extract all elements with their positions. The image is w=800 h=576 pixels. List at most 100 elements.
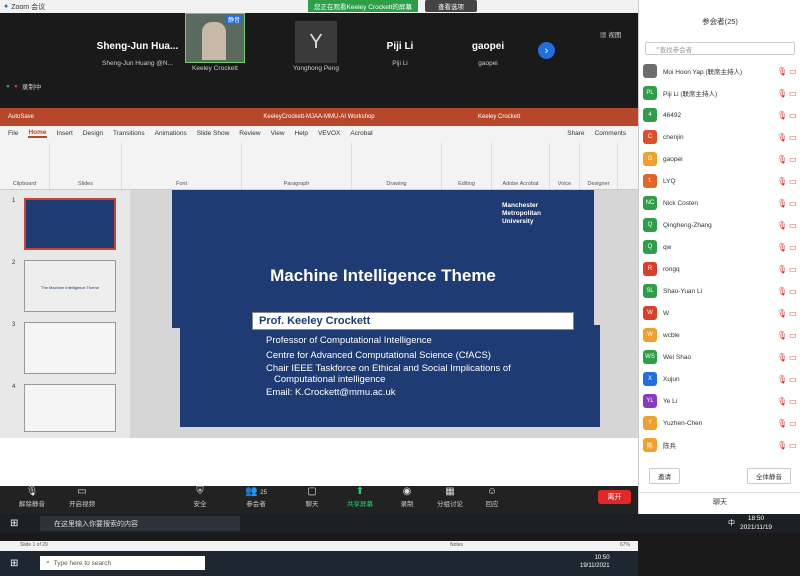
- group-paragraph[interactable]: Paragraph: [242, 143, 352, 189]
- video-off-icon: ▭: [789, 198, 797, 208]
- reactions-button[interactable]: ☺ 回应: [470, 486, 514, 508]
- tab-help[interactable]: Help: [295, 130, 308, 137]
- remote-search-box[interactable]: ⌕ Type here to search: [40, 556, 205, 570]
- participant-row[interactable]: NC Nick Costen 🎙 ▭: [639, 192, 800, 214]
- share-screen-button[interactable]: ⬆ 共享屏幕: [338, 486, 382, 508]
- participant-row[interactable]: L LYQ 🎙 ▭: [639, 170, 800, 192]
- record-button[interactable]: ◉ 录制: [385, 486, 429, 508]
- participant-row[interactable]: W W 🎙 ▭: [639, 302, 800, 324]
- ime-indicator[interactable]: 中: [728, 518, 735, 528]
- participant-row[interactable]: 陈陈兵 🎙 ▭: [639, 434, 800, 456]
- share-banner: 您正在观看Keeley Crockett的屏幕: [308, 0, 418, 12]
- participant-row[interactable]: Wwcble 🎙 ▭: [639, 324, 800, 346]
- mic-off-icon: 🎙: [777, 286, 788, 296]
- video-off-icon: ▭: [789, 88, 797, 98]
- tab-home[interactable]: Home: [28, 129, 47, 138]
- participant-row[interactable]: Ggaopei 🎙 ▭: [639, 148, 800, 170]
- leave-button[interactable]: 离开: [598, 490, 631, 504]
- participant-row[interactable]: Rrongq 🎙 ▭: [639, 258, 800, 280]
- participant-row[interactable]: Cchenjin 🎙 ▭: [639, 126, 800, 148]
- tab-animations[interactable]: Animations: [155, 130, 187, 137]
- tab-view[interactable]: View: [271, 130, 285, 137]
- video-off-icon: ▭: [789, 264, 797, 274]
- group-editing[interactable]: Editing: [442, 143, 492, 189]
- chat-button[interactable]: ▢ 聊天: [290, 486, 334, 508]
- tile-keeley-video[interactable]: 静音: [185, 13, 245, 63]
- tab-slide-show[interactable]: Slide Show: [197, 130, 230, 137]
- video-off-icon: ▭: [789, 66, 797, 76]
- ppt-comments-button[interactable]: Comments: [595, 130, 626, 137]
- tab-acrobat[interactable]: Acrobat: [350, 130, 372, 137]
- tile-yonghong-avatar[interactable]: Y: [295, 21, 337, 63]
- thumb-slide-4[interactable]: [24, 384, 116, 432]
- windows-start-icon[interactable]: ⊞: [10, 558, 18, 569]
- tab-review[interactable]: Review: [239, 130, 260, 137]
- mic-off-icon: 🎙: [777, 154, 788, 164]
- ppt-share-button[interactable]: Share: [567, 130, 584, 137]
- participant-row[interactable]: SL Shao-Yuan Li 🎙 ▭: [639, 280, 800, 302]
- avatar: C: [643, 130, 657, 144]
- mic-off-icon: 🎙: [777, 198, 788, 208]
- tab-insert[interactable]: Insert: [57, 130, 73, 137]
- participant-row[interactable]: Qqw 🎙 ▭: [639, 236, 800, 258]
- host-search-box[interactable]: 在这里输入你要搜索的内容: [40, 516, 240, 531]
- next-page-button[interactable]: ›: [538, 42, 555, 59]
- video-off-icon: ▭: [789, 154, 797, 164]
- participant-row[interactable]: Moi Hoon Yap (联席主持人) 🎙 ▭: [639, 60, 800, 82]
- ppt-user[interactable]: Keeley Crockett: [478, 114, 520, 120]
- participant-name: qw: [663, 243, 672, 251]
- participant-row[interactable]: PL Piji Li (联席主持人) 🎙 ▭: [639, 82, 800, 104]
- group-acrobat[interactable]: Adobe Acrobat: [492, 143, 550, 189]
- tile-sheng-jun[interactable]: Sheng-Jun Hua... Sheng-Jun Huang @N...: [90, 25, 185, 75]
- participant-row[interactable]: WS Wei Shao 🎙 ▭: [639, 346, 800, 368]
- start-video-button[interactable]: ▭ 开启视频: [60, 486, 104, 508]
- tb-label: 解除静音: [19, 501, 45, 508]
- slide-num: 3: [12, 322, 16, 328]
- group-voice[interactable]: Voice: [550, 143, 580, 189]
- participant-row[interactable]: YL Ye Li 🎙 ▭: [639, 390, 800, 412]
- notes-button[interactable]: Notes: [450, 542, 463, 548]
- tab-vevox[interactable]: VEVOX: [318, 130, 340, 137]
- tab-transitions[interactable]: Transitions: [113, 130, 145, 137]
- participant-row[interactable]: Q Qingheng-Zhang 🎙 ▭: [639, 214, 800, 236]
- group-slides[interactable]: Slides: [50, 143, 122, 189]
- view-button[interactable]: ▦ 视图: [600, 29, 621, 39]
- avatar: Q: [643, 218, 657, 232]
- chevron-right-icon: ›: [544, 44, 549, 57]
- group-drawing[interactable]: Drawing: [352, 143, 442, 189]
- chat-bar[interactable]: 聊天: [639, 492, 800, 510]
- avatar: [643, 64, 657, 78]
- participant-row[interactable]: Y Yuzhen-Chen 🎙 ▭: [639, 412, 800, 434]
- bio-line: Chair IEEE Taskforce on Ethical and Soci…: [266, 363, 511, 374]
- thumb-slide-3[interactable]: [24, 322, 116, 374]
- view-options-button[interactable]: 查看选项: [425, 0, 477, 12]
- mic-off-icon: 🎙: [777, 242, 788, 252]
- thumb-slide-2[interactable]: The Machine Intelligence Theme: [24, 260, 116, 312]
- group-font[interactable]: Font: [122, 143, 242, 189]
- mic-off-icon: 🎙: [777, 418, 788, 428]
- windows-start-icon[interactable]: ⊞: [10, 518, 18, 529]
- participant-search-input[interactable]: ⌕ 查找参会者: [645, 42, 795, 55]
- zoom-level[interactable]: 67%: [620, 542, 630, 548]
- autosave-label[interactable]: AutoSave: [8, 114, 34, 120]
- mute-all-button[interactable]: 全体静音: [747, 468, 791, 484]
- group-clipboard[interactable]: Clipboard: [0, 143, 50, 189]
- participants-button[interactable]: 👥 25 参会者: [234, 486, 278, 508]
- tab-design[interactable]: Design: [83, 130, 103, 137]
- invite-button[interactable]: 邀请: [649, 468, 680, 484]
- security-button[interactable]: ⛨ 安全: [178, 486, 222, 508]
- participant-row[interactable]: X Xujun 🎙 ▭: [639, 368, 800, 390]
- mic-off-icon: 🎙: [777, 66, 788, 76]
- breakout-button[interactable]: ▦ 分组讨论: [428, 486, 472, 508]
- thumb-slide-1[interactable]: [24, 198, 116, 250]
- tile-piji[interactable]: Piji Li Piji Li: [360, 25, 440, 75]
- group-designer[interactable]: Designer: [580, 143, 618, 189]
- participant-row[interactable]: 4 46492 🎙 ▭: [639, 104, 800, 126]
- recording-indicator[interactable]: ● ● 录制中: [6, 81, 41, 92]
- tab-file[interactable]: File: [8, 130, 18, 137]
- participant-name: Yuzhen-Chen: [663, 419, 703, 427]
- unmute-button[interactable]: 🎙 解除静音: [10, 486, 54, 508]
- mic-off-icon: 🎙: [777, 308, 788, 318]
- bio-line: Professor of Computational Intelligence: [266, 335, 432, 346]
- tile-gaopei[interactable]: gaopei gaopei: [448, 25, 528, 75]
